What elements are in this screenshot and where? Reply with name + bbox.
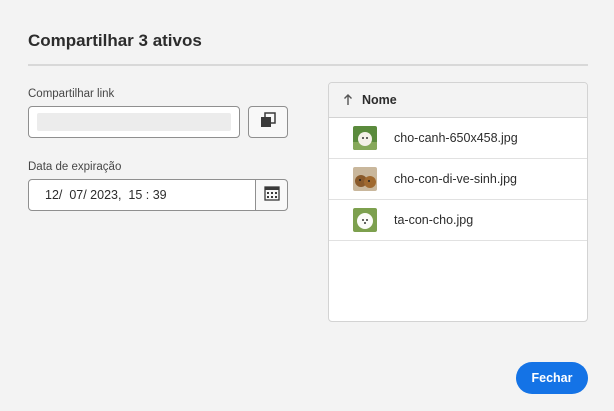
- share-dialog: Compartilhar 3 ativos Compartilhar link …: [0, 0, 614, 411]
- share-link-field[interactable]: [28, 106, 240, 138]
- arrow-up-icon: [343, 94, 353, 106]
- title-divider: [28, 64, 588, 66]
- file-thumbnail: [353, 167, 377, 191]
- calendar-button[interactable]: [255, 179, 288, 211]
- file-thumbnail: [353, 208, 377, 232]
- file-name: cho-canh-650x458.jpg: [394, 131, 518, 145]
- table-header-name[interactable]: Nome: [329, 83, 587, 118]
- close-button[interactable]: Fechar: [516, 362, 588, 394]
- expiration-label: Data de expiração: [28, 161, 122, 173]
- share-link-value: [37, 113, 231, 131]
- table-row[interactable]: cho-con-di-ve-sinh.jpg: [329, 159, 587, 200]
- copy-link-button[interactable]: [248, 106, 288, 138]
- calendar-icon: [263, 185, 280, 206]
- files-table: Nome cho-canh-650x458.jpg cho-con-di-ve-…: [328, 82, 588, 322]
- file-name: cho-con-di-ve-sinh.jpg: [394, 172, 517, 186]
- table-row[interactable]: ta-con-cho.jpg: [329, 200, 587, 241]
- file-thumbnail: [353, 126, 377, 150]
- expiration-date-input[interactable]: 12/ 07/ 2023, 15 : 39: [28, 179, 256, 211]
- dialog-title: Compartilhar 3 ativos: [28, 31, 202, 50]
- column-header-label: Nome: [362, 93, 397, 107]
- share-link-label: Compartilhar link: [28, 88, 115, 100]
- file-name: ta-con-cho.jpg: [394, 213, 474, 227]
- table-row[interactable]: cho-canh-650x458.jpg: [329, 118, 587, 159]
- copy-icon: [259, 111, 277, 134]
